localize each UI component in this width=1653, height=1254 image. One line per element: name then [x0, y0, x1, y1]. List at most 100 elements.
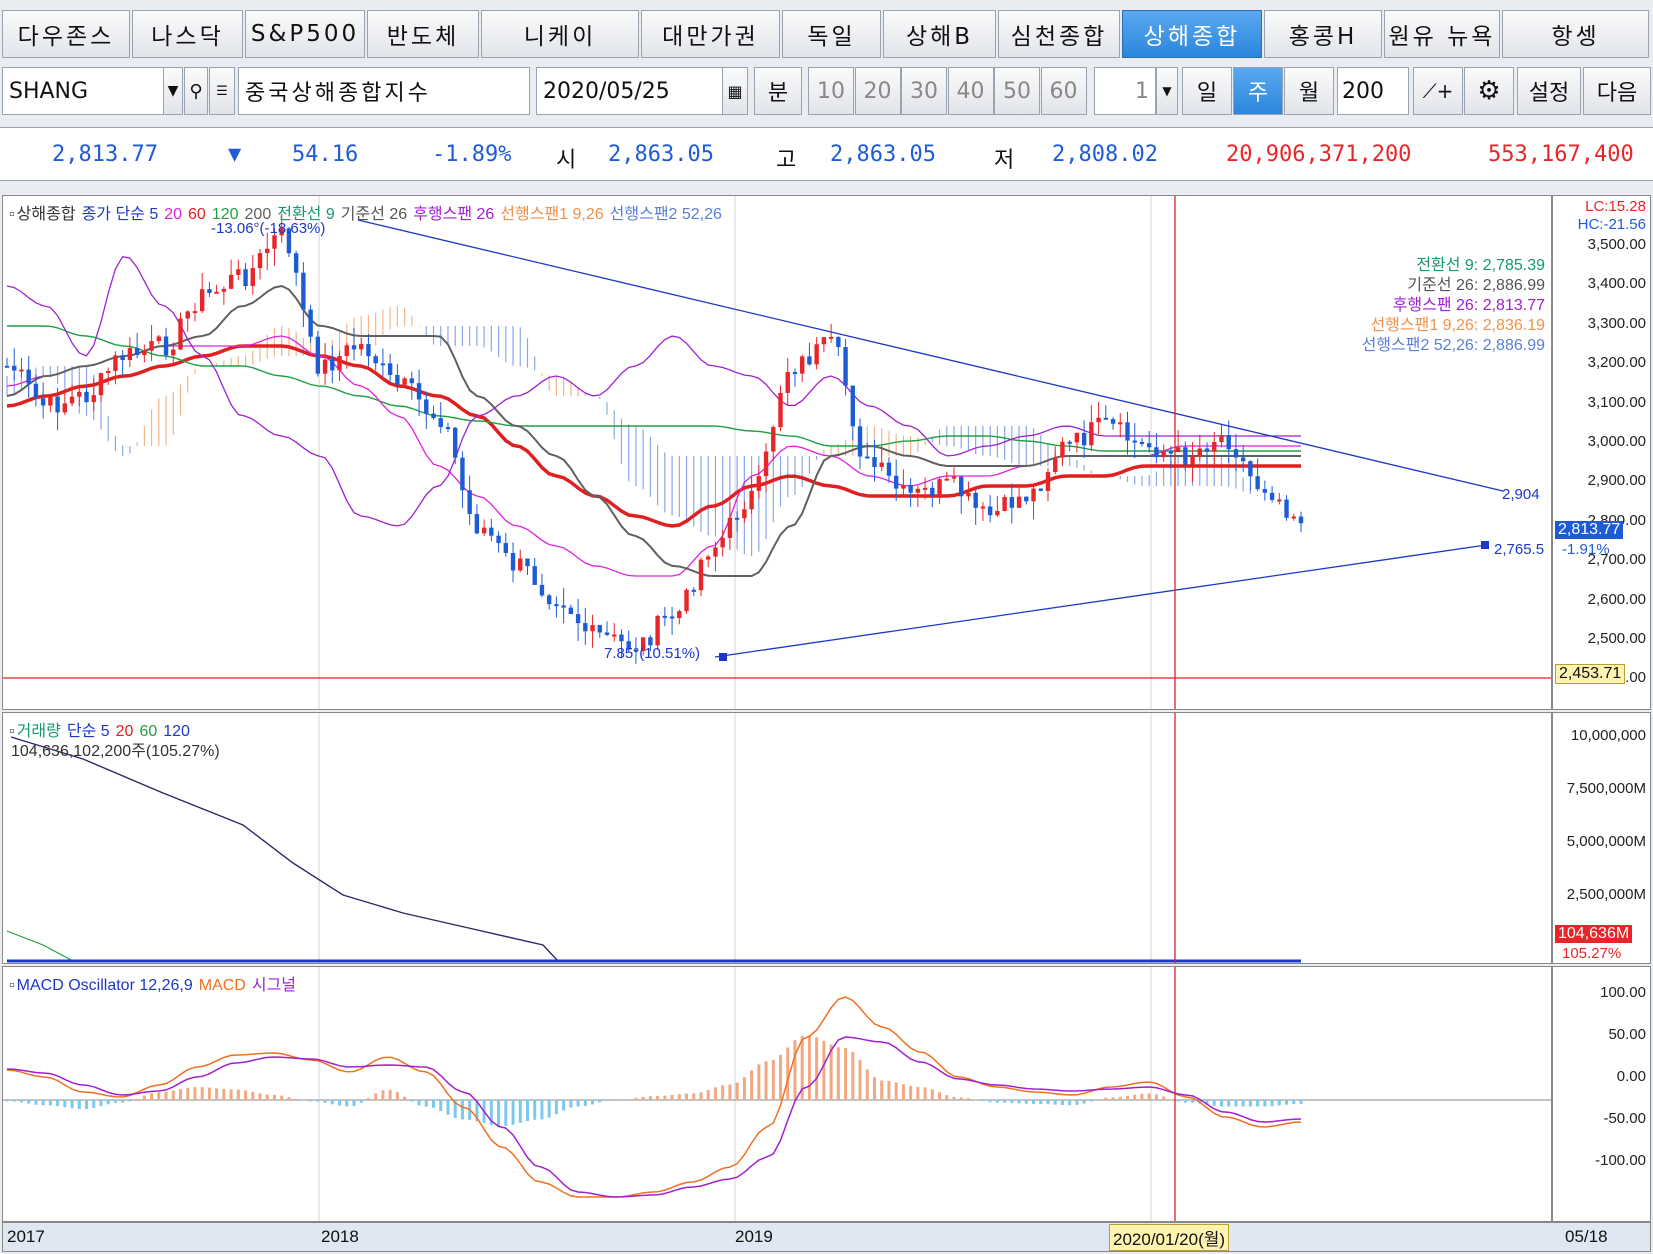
symbol-dropdown-button[interactable]: ▼: [163, 67, 183, 115]
last-pct-tag: -1.91%: [1562, 541, 1610, 558]
minute-option-50[interactable]: 50: [994, 67, 1040, 115]
indicator-add-button[interactable]: ⟋+: [1413, 67, 1463, 115]
last-price-tag: 2,813.77: [1555, 521, 1624, 539]
tick-count-input[interactable]: 1: [1094, 67, 1156, 115]
market-tab-2[interactable]: S&P500: [245, 10, 365, 58]
minute-option-40[interactable]: 40: [947, 67, 994, 115]
candle-body: [366, 343, 371, 357]
macd-chart-panel[interactable]: ▫ MACD Oscillator 12,26,9 MACD 시그널: [2, 966, 1552, 1222]
calendar-button[interactable]: ▦: [722, 67, 748, 115]
candle-body: [431, 413, 436, 419]
candle-body: [1139, 441, 1145, 444]
candle-body: [807, 356, 812, 365]
volume-chart-panel[interactable]: ▫ 거래량 단순 5 20 60 120 104,636,102,200주(105.27%…: [2, 712, 1552, 964]
minute-option-10[interactable]: 10: [808, 67, 854, 115]
priceLegend-item-3: 60: [188, 206, 206, 223]
candle-body: [445, 427, 451, 430]
market-tab-6[interactable]: 독일: [782, 10, 881, 58]
candle-body: [1255, 476, 1260, 490]
candle-body: [821, 337, 827, 345]
market-tab-10[interactable]: 홍콩H: [1264, 10, 1382, 58]
candle-body: [481, 527, 487, 534]
market-tab-0[interactable]: 다우존스: [2, 10, 130, 58]
candle-body: [1053, 457, 1058, 473]
candle-body: [387, 363, 393, 375]
candle-body: [1212, 442, 1217, 452]
candle-body: [1204, 448, 1210, 452]
quote-change: 54.16: [292, 142, 359, 167]
market-tab-5[interactable]: 대만가권: [641, 10, 780, 58]
chart-add-icon: ⟋+: [1422, 79, 1454, 103]
minute-button[interactable]: 분: [754, 67, 802, 115]
next-button[interactable]: 다음: [1583, 67, 1651, 115]
candle-body: [120, 355, 125, 361]
candle-body: [1233, 449, 1239, 458]
period-week-button[interactable]: 주: [1233, 67, 1283, 115]
priceLegend-item-8: 후행스팬 26: [413, 206, 495, 223]
priceLegend-item-1: 종가 단순 5: [81, 206, 159, 223]
candle-body: [453, 427, 458, 458]
quote-low: 2,808.02: [1052, 142, 1158, 167]
legend-square-icon[interactable]: ▫: [9, 977, 15, 994]
candle-body: [1125, 422, 1130, 441]
macd-chart-canvas[interactable]: [3, 967, 1551, 1221]
quote-low-label: 저: [994, 148, 1015, 173]
candle-body: [742, 509, 747, 519]
candle-body: [756, 476, 762, 491]
candle-body: [568, 607, 574, 615]
price-chart-panel[interactable]: ▫ 상해종합 종가 단순 5 20 60 120 200 전환선 9 기준선 26 후행스팬 26…: [2, 195, 1552, 710]
tick-dropdown-button[interactable]: ▼: [1156, 67, 1178, 115]
quote-bar: 2,813.77 ▼ 54.16 -1.89% 시 2,863.05 고 2,8…: [0, 127, 1653, 181]
period-day-button[interactable]: 일: [1182, 67, 1232, 115]
candle-body: [322, 359, 328, 374]
quote-high: 2,863.05: [830, 142, 936, 167]
symbol-input[interactable]: SHANG: [2, 67, 172, 115]
candle-body: [496, 535, 501, 544]
volume-tick-3: 2,500,000M: [1566, 886, 1646, 903]
chevron-down-icon: ▼: [1162, 84, 1172, 98]
minute-option-20[interactable]: 20: [854, 67, 901, 115]
volume-chart-canvas[interactable]: [3, 713, 1551, 963]
legend-square-icon[interactable]: ▫: [9, 206, 15, 223]
market-tab-8[interactable]: 심천종합: [998, 10, 1120, 58]
candle-body: [337, 355, 342, 371]
hc-label: HC:-21.56: [1577, 216, 1646, 233]
trendline-bottom-value: 2,765.5: [1494, 541, 1545, 558]
search-button[interactable]: ⚲: [184, 67, 208, 115]
settings-button[interactable]: 설정: [1517, 67, 1581, 115]
market-tab-4[interactable]: 니케이: [481, 10, 639, 58]
market-tab-7[interactable]: 상해B: [883, 10, 996, 58]
bar-count-input[interactable]: 200: [1337, 67, 1409, 115]
date-value: 2020/05/25: [543, 78, 670, 104]
market-tab-3[interactable]: 반도체: [367, 10, 479, 58]
macdLegend-item-2: 시그널: [251, 977, 297, 994]
candle-body: [171, 349, 176, 356]
quote-open: 2,863.05: [608, 142, 714, 167]
candle-body: [778, 392, 783, 428]
minute-option-30[interactable]: 30: [901, 67, 947, 115]
market-tab-9[interactable]: 상해종합: [1122, 10, 1262, 58]
candle-body: [1060, 441, 1065, 458]
trendline-upper: [357, 219, 1504, 492]
symbol-name: 중국상해종합지수: [245, 81, 431, 106]
minute-option-60[interactable]: 60: [1040, 67, 1087, 115]
candle-body: [330, 359, 335, 371]
candle-body: [1110, 419, 1116, 424]
candle-body: [503, 543, 509, 553]
candle-body: [199, 289, 205, 312]
date-input[interactable]: 2020/05/25: [536, 67, 728, 115]
macdLegend-item-0: MACD Oscillator 12,26,9: [16, 977, 193, 994]
period-month-button[interactable]: 월: [1284, 67, 1334, 115]
candle-body: [691, 589, 696, 592]
market-tab-1[interactable]: 나스닥: [132, 10, 243, 58]
candle-body: [1009, 497, 1015, 508]
market-tab-12[interactable]: 항셍: [1502, 10, 1649, 58]
gear-button[interactable]: ⚙: [1464, 67, 1514, 115]
market-tab-11[interactable]: 원유 뉴욕: [1384, 10, 1500, 58]
candle-body: [48, 396, 53, 406]
candle-body: [951, 476, 957, 479]
candle-body: [1038, 488, 1043, 491]
candle-body: [706, 556, 711, 560]
price-chart-canvas[interactable]: [3, 196, 1551, 709]
favorite-button[interactable]: ☰: [209, 67, 235, 115]
